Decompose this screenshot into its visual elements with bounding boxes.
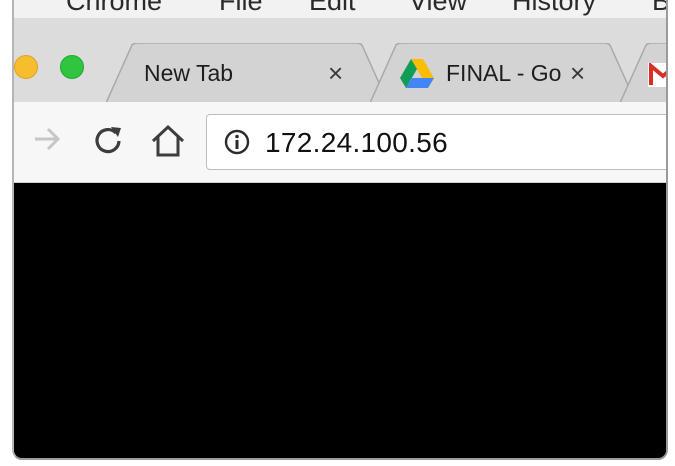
browser-window: Chrome File Edit View History B New Tab …: [12, 0, 668, 460]
tab-strip: New Tab × FINAL - Go ×: [14, 18, 666, 103]
tab-gmail[interactable]: [620, 43, 666, 103]
google-drive-icon: [400, 59, 434, 88]
menu-bar: Chrome File Edit View History B: [14, 0, 666, 18]
menu-edit[interactable]: Edit: [309, 0, 356, 17]
gmail-icon: [648, 63, 666, 87]
page-content[interactable]: [14, 183, 666, 458]
tab-close-icon[interactable]: ×: [328, 58, 343, 89]
browser-toolbar: 172.24.100.56: [14, 102, 666, 183]
menu-bookmarks[interactable]: B: [652, 0, 666, 17]
address-bar[interactable]: 172.24.100.56: [206, 114, 666, 170]
menu-file[interactable]: File: [219, 0, 263, 17]
zoom-button[interactable]: [60, 55, 84, 79]
tab-final-drive[interactable]: FINAL - Go ×: [370, 43, 636, 103]
info-icon[interactable]: [224, 129, 250, 155]
tab-close-icon[interactable]: ×: [570, 58, 585, 89]
url-text[interactable]: 172.24.100.56: [265, 127, 448, 159]
tab-title: FINAL - Go: [446, 60, 562, 86]
tab-title: New Tab: [144, 60, 234, 86]
menu-view[interactable]: View: [409, 0, 467, 17]
home-icon[interactable]: [150, 124, 186, 158]
reload-icon[interactable]: [92, 124, 124, 156]
forward-arrow-icon[interactable]: [32, 124, 62, 154]
minimize-button[interactable]: [14, 55, 38, 79]
menu-history[interactable]: History: [512, 0, 596, 17]
tab-new-tab[interactable]: New Tab ×: [106, 43, 388, 103]
menu-chrome[interactable]: Chrome: [66, 0, 162, 17]
